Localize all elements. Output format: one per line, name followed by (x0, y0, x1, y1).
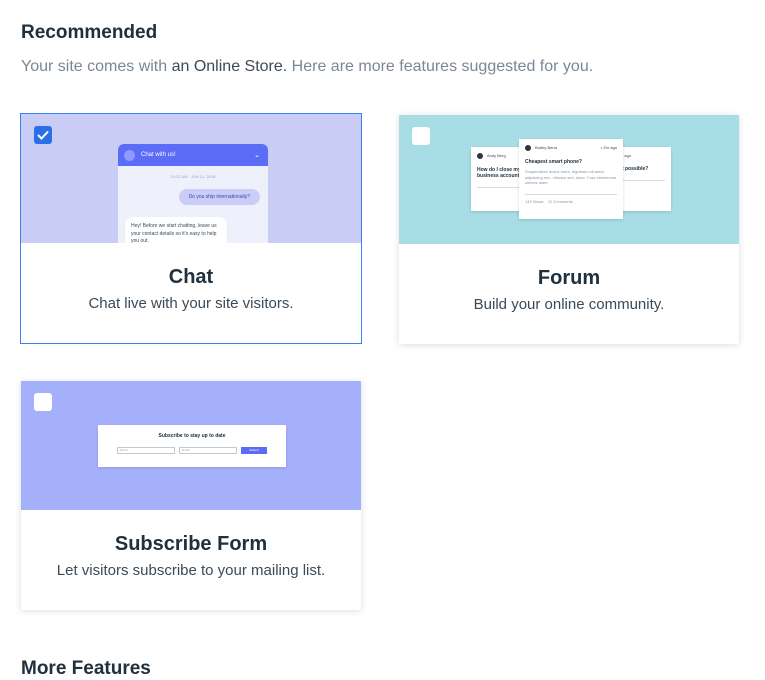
forum-post-center: Bobby Berra • 2hr ago Cheapest smart pho… (519, 139, 623, 219)
subtitle-post: Here are more features suggested for you… (287, 58, 594, 75)
chat-user-bubble: Do you ship internationally? (178, 189, 260, 205)
post-time: • 2hr ago (600, 145, 617, 150)
chat-timestamp: 10:32 AM · JUN 21, 2018 (170, 174, 216, 179)
post-divider (525, 193, 617, 195)
post-stats: 143 Views 12 Comments (525, 199, 617, 204)
subscribe-form-illustration: Subscribe to stay up to date Name Email … (98, 425, 286, 467)
recommended-subtitle: Your site comes with an Online Store. He… (21, 58, 593, 76)
chat-preview-image: Chat with us! ⌄ 10:32 AM · JUN 21, 2018 … (21, 114, 361, 243)
author-avatar (477, 153, 483, 159)
card-description: Chat live with your site visitors. (88, 295, 294, 312)
feature-card-subscribe[interactable]: Subscribe to stay up to date Name Email … (21, 381, 361, 610)
author-avatar (525, 145, 531, 151)
card-title: Subscribe Form (114, 533, 268, 555)
forum-checkbox[interactable] (412, 127, 430, 145)
post-question: Cheapest smart phone? (525, 159, 582, 165)
feature-card-forum[interactable]: Andy Berg How do I close my business acc… (399, 115, 739, 344)
post-views: 143 Views (525, 198, 544, 204)
subscribe-preview-image: Subscribe to stay up to date Name Email … (21, 381, 361, 510)
chat-checkbox[interactable] (34, 126, 52, 144)
checkmark-icon (37, 130, 49, 140)
chat-header-label: Chat with us! (141, 152, 176, 158)
chat-avatar-icon (124, 149, 135, 161)
subtitle-pre: Your site comes with (21, 58, 172, 75)
card-description: Let visitors subscribe to your mailing l… (56, 562, 326, 579)
recommended-title: Recommended (21, 22, 158, 43)
author-name: Andy Berg (487, 153, 506, 159)
subscribe-checkbox[interactable] (34, 393, 52, 411)
card-description: Build your online community. (473, 296, 665, 313)
author-name: Bobby Berra (535, 145, 558, 151)
chat-window-illustration: Chat with us! ⌄ 10:32 AM · JUN 21, 2018 … (118, 144, 268, 243)
card-title: Chat (168, 266, 214, 288)
chat-window-header: Chat with us! ⌄ (118, 144, 268, 166)
subtitle-store: an Online Store. (171, 58, 288, 75)
chevron-down-icon: ⌄ (254, 152, 260, 159)
submit-button: Submit (241, 447, 267, 454)
name-field: Name (117, 447, 175, 454)
post-body: Suspendisse lectus tortor, dignissim sit… (525, 169, 617, 186)
email-field: Email (179, 447, 237, 454)
card-title: Forum (537, 267, 601, 289)
subscribe-form-title: Subscribe to stay up to date (158, 433, 226, 439)
post-comments: 12 Comments (547, 198, 573, 204)
chat-bot-bubble: Hey! Before we start chatting, leave us … (125, 217, 227, 243)
subscribe-form-row: Name Email Submit (117, 447, 267, 454)
feature-card-chat[interactable]: Chat with us! ⌄ 10:32 AM · JUN 21, 2018 … (20, 113, 362, 344)
forum-preview-image: Andy Berg How do I close my business acc… (399, 115, 739, 244)
more-features-title: More Features (21, 658, 151, 679)
